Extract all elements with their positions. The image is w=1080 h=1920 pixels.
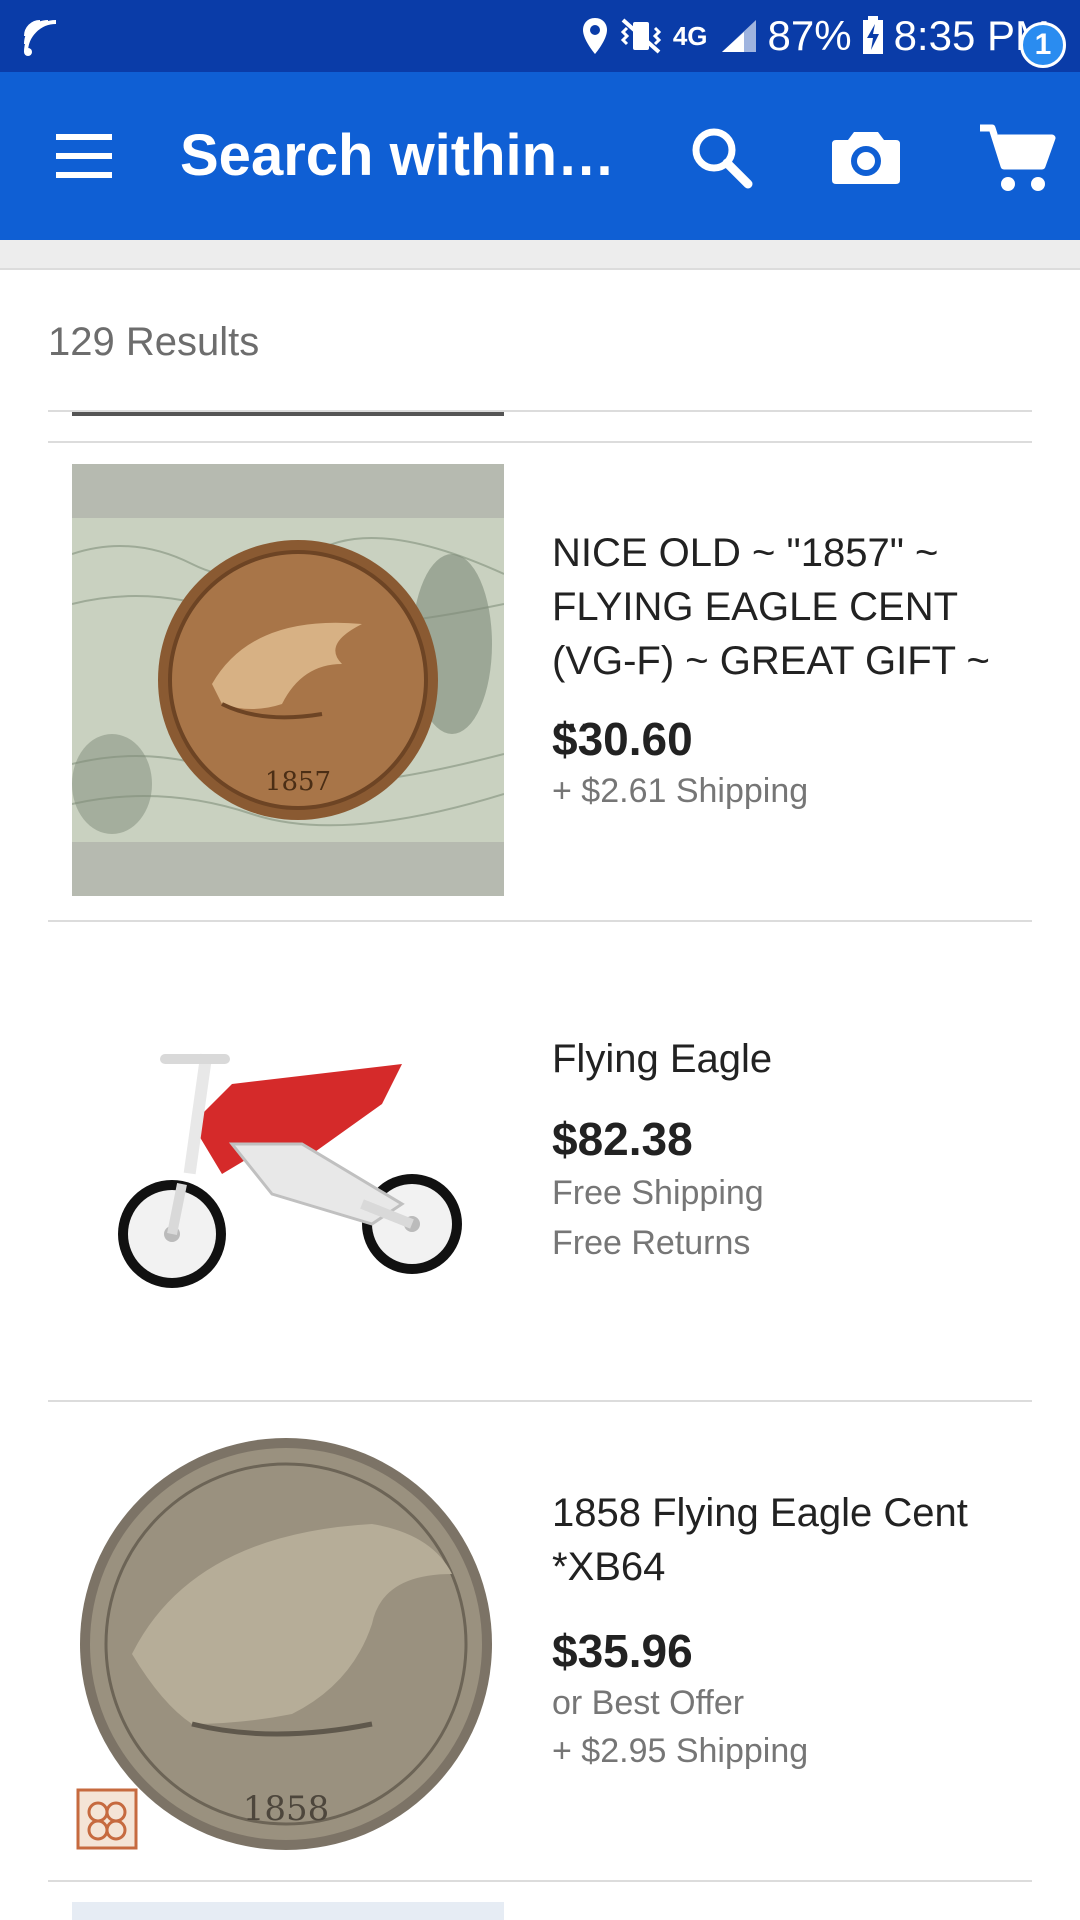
previous-item-image-edge	[72, 412, 504, 416]
item-price: $82.38	[552, 1113, 693, 1165]
item-image[interactable]	[72, 944, 504, 1376]
cart-icon[interactable]	[976, 120, 1056, 196]
item-title[interactable]: Flying Eagle	[552, 1032, 1032, 1086]
cart-count-badge: 1	[1020, 22, 1066, 68]
list-item[interactable]: 1857 NICE OLD ~ "1857" ~ FLYING EAGLE CE…	[0, 442, 1080, 922]
coin-year: 1858	[243, 1789, 330, 1829]
battery-percent: 87%	[767, 12, 852, 59]
coin-year: 1857	[265, 767, 331, 797]
list-item[interactable]: 1858 1858 Flying Eagle Cent *XB64 $35.96…	[0, 1402, 1080, 1882]
cast-icon	[24, 20, 57, 56]
item-price: $35.96	[552, 1625, 693, 1677]
item-shipping: + $2.61 Shipping	[552, 772, 809, 810]
item-price: $30.60	[552, 713, 693, 765]
item-title[interactable]: 1858 Flying Eagle Cent *XB64	[552, 1486, 1032, 1594]
camera-icon[interactable]	[830, 120, 902, 192]
search-field[interactable]: Search within…	[180, 122, 615, 189]
search-icon[interactable]	[686, 122, 756, 192]
list-item[interactable]: Flying Eagle $82.38 Free Shipping Free R…	[0, 922, 1080, 1402]
next-item-image-edge	[72, 1902, 504, 1920]
vibrate-mute-icon	[620, 18, 661, 54]
divider	[48, 1880, 1032, 1882]
network-type: 4G	[672, 20, 708, 51]
status-bar: 4G 87% 8:35 PM	[0, 0, 1080, 72]
app-bar: Search within…	[0, 72, 1080, 240]
location-icon	[582, 18, 607, 54]
item-returns: Free Returns	[552, 1224, 751, 1262]
menu-icon[interactable]	[44, 124, 124, 188]
toolbar-shadow	[0, 240, 1080, 270]
item-image[interactable]: 1857	[72, 464, 504, 896]
item-title[interactable]: NICE OLD ~ "1857" ~ FLYING EAGLE CENT (V…	[552, 526, 1032, 742]
results-count: 129 Results	[48, 320, 260, 364]
item-offer: or Best Offer	[552, 1684, 745, 1722]
item-image[interactable]: 1858	[72, 1424, 504, 1856]
signal-icon	[721, 20, 756, 52]
item-shipping: + $2.95 Shipping	[552, 1732, 809, 1770]
item-shipping: Free Shipping	[552, 1174, 764, 1212]
battery-charging-icon	[862, 16, 883, 54]
